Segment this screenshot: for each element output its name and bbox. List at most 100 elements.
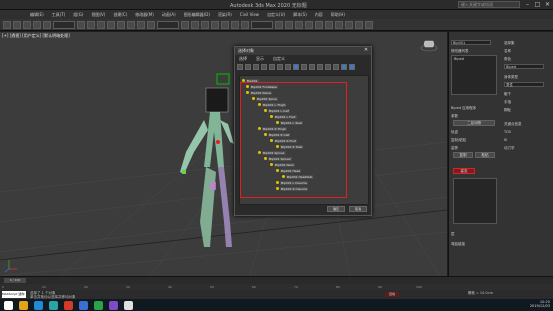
browser-icon[interactable] [34,300,43,310]
file-explorer-icon[interactable] [19,300,28,310]
select-manipulate-icon[interactable] [191,20,199,29]
rollout-key-info[interactable]: 关键点信息 [504,122,522,127]
named-selection-dropdown[interactable] [251,20,273,29]
paste-button[interactable]: 粘贴 [475,152,495,158]
filter-bones-icon[interactable] [293,63,299,70]
selection-filter-dropdown[interactable] [53,20,75,29]
rollout-ik[interactable]: IK [504,138,507,142]
time-slider[interactable]: 0 / 100 [0,276,553,284]
filter-spacewarps-icon[interactable] [277,63,283,70]
rollout-layers[interactable]: 层 [451,232,455,237]
menu-animation[interactable]: 动画(A) [162,12,176,18]
copy-button[interactable]: 复制 [453,152,473,158]
rollout-biped-apps[interactable]: Biped 应用程序 [451,106,476,111]
app-icon[interactable] [64,300,73,310]
filter-helpers-icon[interactable] [269,63,275,70]
dialog-title-bar[interactable]: 选择对象 ✕ [235,47,371,55]
scale-icon[interactable] [137,20,145,29]
dialog-menu-display[interactable]: 显示 [256,55,264,62]
modifier-stack[interactable] [451,55,497,95]
reference-coordinate-dropdown[interactable] [157,20,179,29]
filter-xrefs-icon[interactable] [309,63,315,70]
filter-geometry-icon[interactable] [237,63,243,70]
stack-item-biped[interactable]: Biped [454,57,464,61]
select-object-icon[interactable] [77,20,85,29]
biped-mode-button[interactable]: 二足动物 [453,120,495,126]
maxscript-listener[interactable]: MAXScript 迷你 [2,291,26,298]
menu-graph-editors[interactable]: 图形编辑器(D) [184,12,210,18]
rotate-icon[interactable] [127,20,135,29]
menu-edit[interactable]: 编辑(E) [30,12,44,18]
bind-space-warp-icon[interactable] [43,20,51,29]
close-button[interactable]: ✕ [544,1,551,8]
redo-icon[interactable] [13,20,21,29]
time-slider-thumb[interactable]: 0 / 100 [4,278,26,283]
system-tray[interactable]: 10:25 2019/12/03 [530,300,550,308]
select-invert-icon[interactable] [333,63,339,70]
toggle-layer-explorer-icon[interactable] [305,20,313,29]
keyboard-shortcut-icon[interactable] [201,20,209,29]
render-production-icon[interactable] [365,20,373,29]
menu-group[interactable]: 组(G) [73,12,83,18]
filter-shapes-icon[interactable] [245,63,251,70]
menu-customize[interactable]: 自定义(U) [267,12,285,18]
rollout-copy-paste[interactable]: 复制/粘贴 [451,138,466,143]
menu-content[interactable]: 内容 [315,12,323,18]
material-editor-icon[interactable] [335,20,343,29]
maximize-button[interactable]: □ [534,1,541,8]
rollout-bend-links[interactable]: 弯曲链接 [451,242,465,247]
rollout-tcb[interactable]: TCB [504,130,511,134]
dialog-close-button[interactable]: ✕ [363,47,369,54]
cancel-button[interactable]: 取消 [349,206,367,212]
rendered-frame-window-icon[interactable] [355,20,363,29]
display-dependents-icon[interactable] [349,63,355,70]
viewport-label[interactable]: [+] [透视] [用户定义] [默认明暗处理] [2,33,70,39]
align-icon[interactable] [285,20,293,29]
rollout-params[interactable]: 参数 [451,114,458,119]
window-crossing-icon[interactable] [107,20,115,29]
modifier-list-label[interactable]: 修改器列表 [451,49,469,54]
rectangle-selection-icon[interactable] [97,20,105,29]
menu-civil-view[interactable]: Civil View [240,12,259,17]
menu-tools[interactable]: 工具(T) [52,12,66,18]
unlink-icon[interactable] [33,20,41,29]
rollout-trajectory[interactable]: 轨迹 [451,130,458,135]
selection-sets-label[interactable]: 选择集 [504,41,515,46]
move-icon[interactable] [117,20,125,29]
filter-cameras-icon[interactable] [261,63,267,70]
search-input[interactable]: 键入关键字或短语 [458,1,520,8]
select-none-icon[interactable] [325,63,331,70]
dialog-menu-select[interactable]: 选择 [239,55,247,62]
toggle-scene-explorer-icon[interactable] [295,20,303,29]
mirror-icon[interactable] [275,20,283,29]
menu-views[interactable]: 视图(V) [91,12,105,18]
placement-icon[interactable] [147,20,155,29]
select-by-name-icon[interactable] [87,20,95,29]
link-icon[interactable] [23,20,31,29]
select-all-icon[interactable] [317,63,323,70]
filter-containers-icon[interactable] [301,63,307,70]
app-icon[interactable] [79,300,88,310]
rollout-dynamics[interactable]: 动力学 [504,146,515,151]
minimize-button[interactable]: – [524,1,531,8]
3dsmax-icon[interactable] [49,300,58,310]
app-icon[interactable] [109,300,118,310]
render-setup-icon[interactable] [345,20,353,29]
perspective-viewport[interactable]: [+] [透视] [用户定义] [默认明暗处理] [0,32,447,276]
menu-scripting[interactable]: 脚本(S) [293,12,307,18]
auto-key-button[interactable]: 自动 [385,292,399,297]
filter-lights-icon[interactable] [253,63,259,70]
menu-create[interactable]: 创建(C) [113,12,127,18]
app-icon[interactable] [94,300,103,310]
pivot-center-icon[interactable] [181,20,189,29]
curve-editor-icon[interactable] [315,20,323,29]
display-children-icon[interactable] [341,63,347,70]
pose-button[interactable]: 姿态 [453,168,475,174]
start-icon[interactable] [4,300,13,310]
app-icon[interactable] [124,300,133,310]
snaps-toggle-icon[interactable] [211,20,219,29]
spinner-snap-icon[interactable] [241,20,249,29]
menu-rendering[interactable]: 渲染(R) [218,12,232,18]
dialog-menu-customize[interactable]: 自定义 [273,55,285,62]
undo-icon[interactable] [3,20,11,29]
